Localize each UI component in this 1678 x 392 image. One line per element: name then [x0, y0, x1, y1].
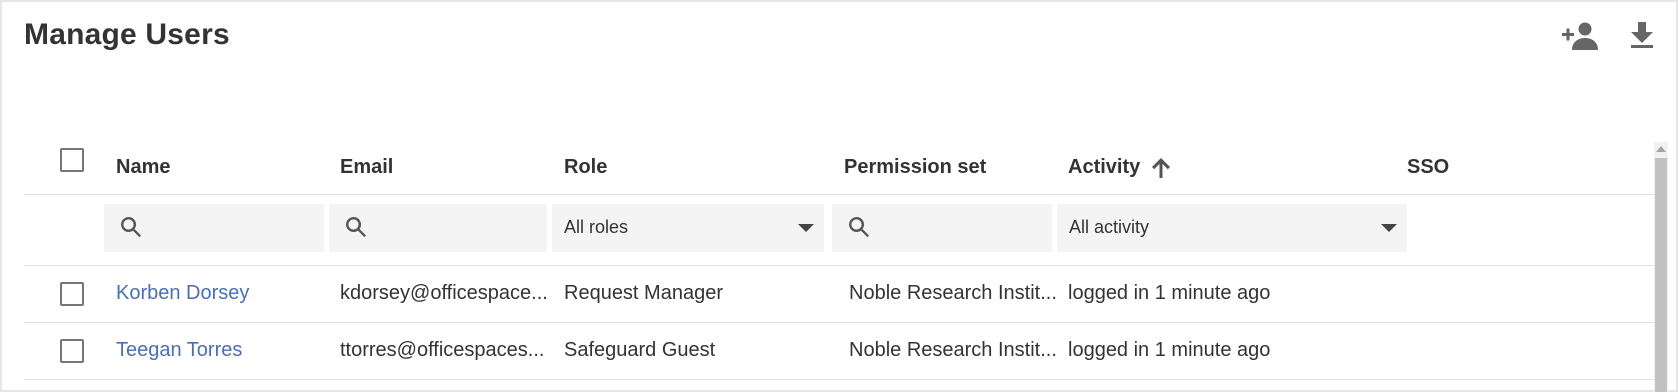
scrollbar-thumb[interactable] — [1655, 158, 1667, 392]
table-header-row: Name Email Role Permission set Activity … — [24, 142, 1654, 195]
search-icon — [120, 216, 142, 238]
vertical-scrollbar[interactable] — [1654, 142, 1668, 392]
manage-users-panel: Manage Users Name Email Role Permission … — [0, 0, 1678, 392]
name-filter-input[interactable] — [152, 204, 320, 254]
user-name-link[interactable]: Korben Dorsey — [116, 282, 249, 305]
table-row: Teegan Torres ttorres@officespaces... Sa… — [24, 323, 1654, 380]
user-name-link[interactable]: Teegan Torres — [116, 339, 242, 362]
activity-filter-select[interactable]: All activity — [1057, 204, 1407, 252]
row-checkbox[interactable] — [60, 339, 84, 363]
row-checkbox[interactable] — [60, 282, 84, 306]
search-icon — [345, 216, 367, 238]
user-role: Safeguard Guest — [564, 339, 716, 361]
page-title: Manage Users — [24, 18, 230, 51]
users-table: Name Email Role Permission set Activity … — [24, 142, 1654, 380]
chevron-down-icon — [1381, 224, 1397, 232]
column-header-activity[interactable]: Activity — [1068, 156, 1140, 178]
filter-row: All roles All activity — [24, 195, 1654, 266]
column-header-sso[interactable]: SSO — [1407, 156, 1449, 179]
email-filter-input[interactable] — [377, 204, 543, 254]
activity-filter-value: All activity — [1069, 217, 1150, 237]
name-filter[interactable] — [104, 204, 324, 254]
permission-set-filter-input[interactable] — [880, 204, 1048, 254]
scroll-up-arrow-icon[interactable] — [1656, 146, 1666, 152]
role-filter-value: All roles — [564, 217, 629, 237]
person-add-icon — [1562, 22, 1598, 50]
column-header-email[interactable]: Email — [340, 156, 393, 179]
select-all-checkbox[interactable] — [60, 148, 84, 172]
user-activity: logged in 1 minute ago — [1068, 339, 1271, 361]
table-row: Korben Dorsey kdorsey@officespace... Req… — [24, 266, 1654, 323]
download-button[interactable] — [1631, 22, 1653, 48]
search-icon — [848, 216, 870, 238]
user-activity: logged in 1 minute ago — [1068, 282, 1271, 304]
permission-set-filter[interactable] — [832, 204, 1052, 254]
column-header-role[interactable]: Role — [564, 156, 607, 179]
user-permission-set: Noble Research Instit... — [849, 282, 1057, 304]
chevron-down-icon — [798, 224, 814, 232]
user-email: ttorres@officespaces... — [340, 339, 545, 361]
download-icon — [1631, 22, 1653, 48]
role-filter-select[interactable]: All roles — [552, 204, 824, 252]
sort-ascending-icon[interactable] — [1151, 157, 1170, 178]
column-header-permission-set[interactable]: Permission set — [844, 156, 986, 179]
user-role: Request Manager — [564, 282, 723, 304]
column-header-activity-wrap[interactable]: Activity — [1068, 156, 1170, 179]
email-filter[interactable] — [329, 204, 547, 254]
user-permission-set: Noble Research Instit... — [849, 339, 1057, 361]
add-user-button[interactable] — [1562, 22, 1598, 50]
column-header-name[interactable]: Name — [116, 156, 170, 179]
user-email: kdorsey@officespace... — [340, 282, 548, 304]
